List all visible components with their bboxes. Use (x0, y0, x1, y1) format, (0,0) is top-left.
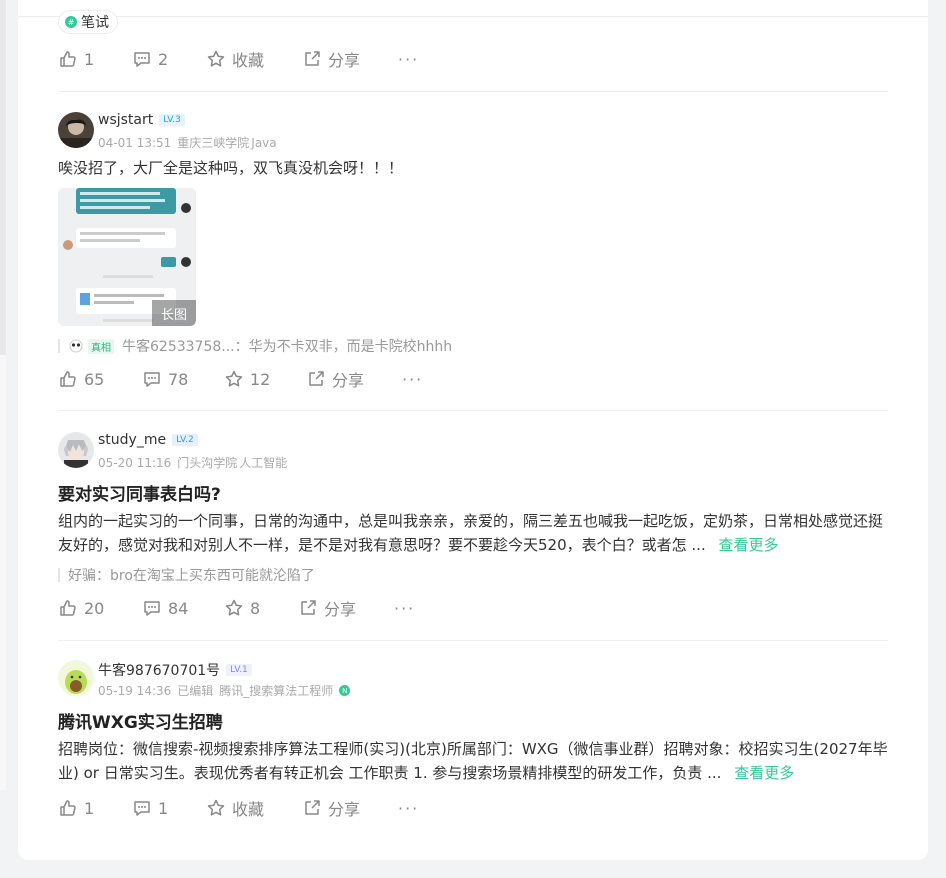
thumbs-up-icon (60, 51, 76, 67)
comment-button[interactable]: 1 (132, 798, 168, 818)
post-divider (58, 91, 888, 92)
level-badge: LV.1 (226, 664, 252, 676)
share-icon (301, 600, 316, 615)
collect-button[interactable]: 收藏 (206, 796, 264, 820)
topic-tag-label: 笔试 (81, 15, 109, 31)
comment-icon (144, 372, 160, 387)
collect-button[interactable]: 收藏 (206, 47, 264, 71)
long-image-tag: 长图 (152, 300, 196, 326)
more-button[interactable]: ··· (394, 599, 415, 618)
topic-tag[interactable]: # 笔试 (58, 10, 118, 34)
left-edge-panel-lower (0, 355, 6, 790)
level-badge: LV.2 (172, 434, 198, 446)
author-name[interactable]: 牛客987670701号 LV.1 (98, 660, 252, 680)
share-button[interactable]: 分享 (298, 596, 356, 620)
level-badge: LV.3 (159, 114, 185, 126)
top-divider (18, 16, 928, 17)
post-text: 招聘岗位：微信搜索-视频搜索排序算法工程师(实习)(北京)所属部门：WXG（微信… (58, 740, 888, 782)
more-button[interactable]: ··· (402, 370, 423, 389)
tag-icon: # (65, 16, 77, 28)
like-button[interactable]: 1 (58, 49, 94, 69)
star-icon (225, 370, 243, 387)
post-meta: 04-01 13:51 重庆三峡学院 Java (98, 135, 277, 151)
post-divider (58, 410, 888, 411)
comment-icon (144, 601, 160, 616)
like-button[interactable]: 20 (58, 598, 104, 618)
post-meta: 05-19 14:36 已编辑 腾讯_搜索算法工程师 N (98, 682, 351, 699)
panda-avatar-icon (69, 339, 83, 353)
post-text: 组内的一起实习的一个同事，日常的沟通中，总是叫我亲亲，亲爱的，隔三差五也喊我一起… (58, 512, 884, 554)
share-icon (305, 800, 320, 815)
left-edge-panel (0, 0, 6, 355)
like-button[interactable]: 1 (58, 798, 94, 818)
verified-icon: N (339, 685, 351, 696)
share-button[interactable]: 分享 (302, 47, 360, 71)
more-button[interactable]: ··· (398, 50, 419, 69)
author-name[interactable]: study_me LV.2 (98, 432, 198, 448)
top-comment[interactable]: 好骗 ：bro在淘宝上买东西可能就沦陷了 (58, 565, 315, 585)
share-button[interactable]: 分享 (302, 796, 360, 820)
comment-button[interactable]: 2 (132, 49, 168, 69)
post-divider (58, 640, 888, 641)
star-icon (207, 799, 225, 816)
post-image[interactable]: 长图 (58, 188, 196, 326)
avatar[interactable] (58, 432, 94, 468)
more-button[interactable]: ··· (398, 799, 419, 818)
read-more-link[interactable]: 查看更多 (734, 764, 794, 782)
star-icon (207, 50, 225, 67)
top-comment[interactable]: 真相 牛客62533758... ：华为不卡双非，而是卡院校hhhh (58, 336, 452, 356)
post-text: 唉没招了，大厂全是这种吗，双飞真没机会呀！！！ (58, 159, 404, 177)
post-title[interactable]: 要对实习同事表白吗? (58, 480, 221, 505)
share-icon (305, 51, 320, 66)
share-button[interactable]: 分享 (306, 367, 364, 391)
thumbs-up-icon (60, 600, 76, 616)
thumbs-up-icon (60, 800, 76, 816)
star-icon (225, 599, 243, 616)
collect-button[interactable]: 12 (224, 369, 270, 389)
author-name[interactable]: wsjstart LV.3 (98, 112, 185, 128)
post-title[interactable]: 腾讯WXG实习生招聘 (58, 708, 223, 733)
read-more-link[interactable]: 查看更多 (719, 536, 779, 554)
avatar[interactable] (58, 112, 94, 148)
post-meta: 05-20 11:16 门头沟学院 人工智能 (98, 455, 288, 471)
like-button[interactable]: 65 (58, 369, 104, 389)
comment-icon (134, 801, 150, 816)
collect-button[interactable]: 8 (224, 598, 260, 618)
comment-icon (134, 52, 150, 67)
comment-button[interactable]: 84 (142, 598, 188, 618)
truth-badge: 真相 (88, 338, 114, 354)
thumbs-up-icon (60, 371, 76, 387)
avatar[interactable] (58, 660, 94, 696)
comment-button[interactable]: 78 (142, 369, 188, 389)
share-icon (309, 371, 324, 386)
